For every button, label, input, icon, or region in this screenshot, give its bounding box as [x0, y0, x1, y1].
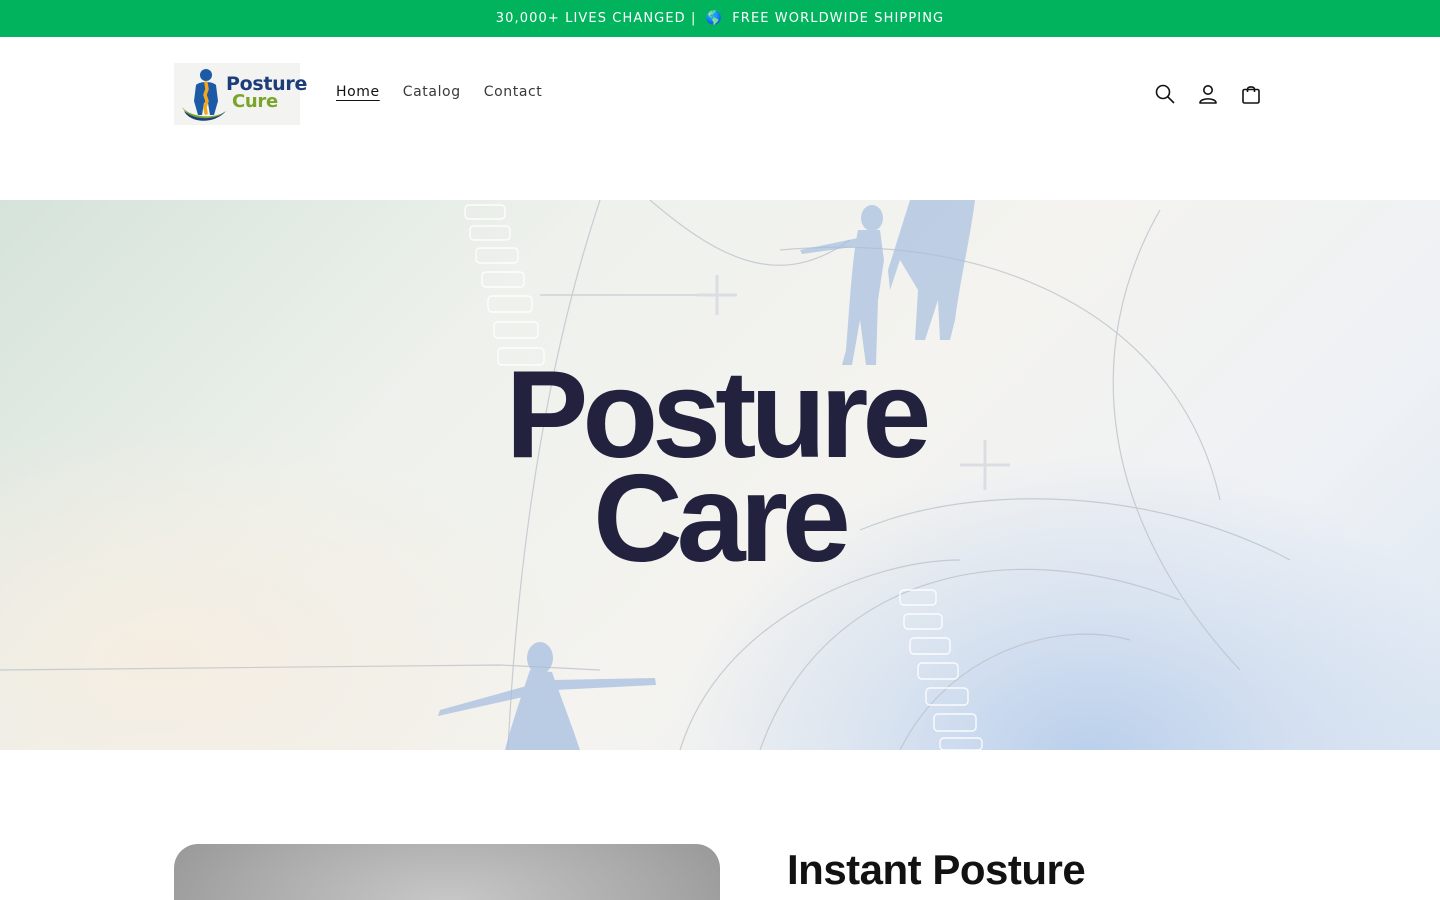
main-nav: Home Catalog Contact: [336, 84, 542, 104]
header-icons: [1152, 81, 1264, 107]
logo-text-cure: Cure: [232, 91, 278, 112]
spine-figure-logo-icon: [182, 69, 226, 121]
hero-title: Posture Care: [0, 353, 1440, 588]
nav-link-home[interactable]: Home: [336, 84, 380, 104]
search-icon[interactable]: [1152, 81, 1178, 107]
site-header: Posture Cure Home Catalog Contact: [0, 37, 1440, 200]
account-icon[interactable]: [1195, 81, 1221, 107]
cart-icon[interactable]: [1238, 81, 1264, 107]
announcement-text: 30,000+ LIVES CHANGED | 🌎 FREE WORLDWIDE…: [495, 11, 945, 26]
nav-link-contact[interactable]: Contact: [484, 84, 543, 104]
announcement-bar: 30,000+ LIVES CHANGED | 🌎 FREE WORLDWIDE…: [0, 0, 1440, 37]
featured-product-heading: Instant Posture: [787, 846, 1086, 893]
nav-link-catalog[interactable]: Catalog: [403, 84, 461, 104]
hero-title-line2: Care: [593, 450, 851, 588]
site-logo[interactable]: Posture Cure: [174, 63, 307, 125]
hero-banner: Posture Care: [0, 200, 1440, 750]
featured-product-image[interactable]: [174, 844, 720, 900]
globe-icon: 🌎: [705, 11, 723, 26]
